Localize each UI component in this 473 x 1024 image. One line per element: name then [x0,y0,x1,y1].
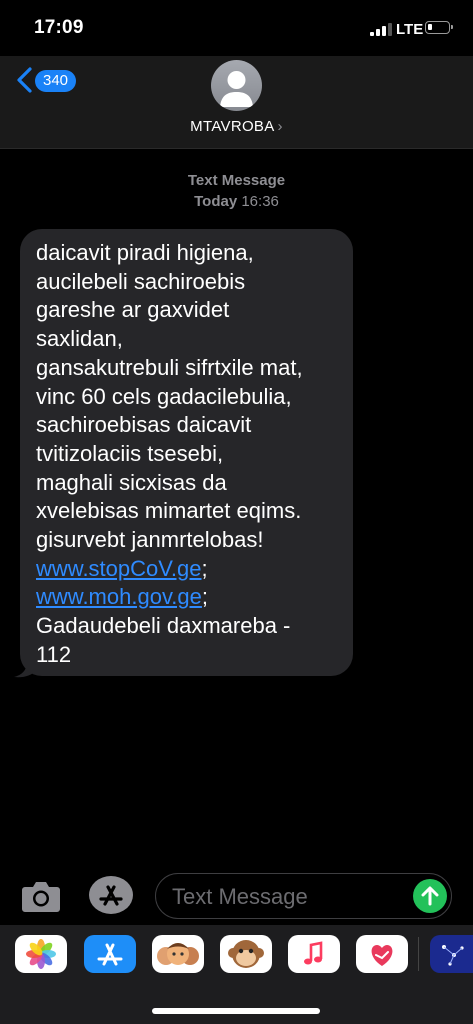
message-line: Gadaudebeli daxmareba - [36,613,291,639]
animoji-monkey-icon[interactable] [220,935,272,973]
message-line: xvelebisas mimartet eqims. [36,498,302,524]
digital-touch-icon[interactable] [356,935,408,973]
cellular-signal-icon [370,22,392,36]
message-input[interactable]: Text Message [155,873,452,919]
person-icon [220,71,253,107]
message-line: 112 [36,641,72,667]
music-app-icon[interactable] [288,935,340,973]
drawer-separator [418,937,419,971]
message-line: gansakutrebuli sifrtxile mat, [36,354,303,380]
photos-app-icon[interactable] [15,935,67,973]
message-line: tvitizolaciis tsesebi, [36,440,224,466]
link-stopcov[interactable]: www.stopCoV.ge [36,556,202,581]
send-button[interactable] [413,879,447,913]
status-time: 17:09 [34,17,84,38]
arrow-up-icon [421,886,439,906]
message-line: vinc 60 cels gadacilebulia, [36,383,292,409]
message-line-link2: www.moh.gov.ge; [36,583,341,612]
message-line: gareshe ar gaxvidet [36,297,230,323]
memoji-stickers-icon[interactable] [152,935,204,973]
message-line-link1: www.stopCoV.ge; [36,555,341,584]
message-body: daicavit piradi higiena, aucilebeli sachi… [36,239,341,555]
message-line: sachiroebisas daicavit [36,412,252,438]
received-message-bubble[interactable]: daicavit piradi higiena, aucilebeli sachi… [20,229,353,676]
message-timestamp: Today 16:36 [0,193,473,210]
network-type: LTE [396,21,424,38]
camera-icon[interactable] [21,878,61,914]
message-line: gisurvebt janmrtelobas! [36,527,264,553]
conversation-header: 340 MTAVROBA › [0,56,473,149]
message-line: saxlidan, [36,326,123,352]
app-drawer [0,925,473,1024]
message-line: maghali sicxisas da [36,469,227,495]
message-line: daicavit piradi higiena, [36,240,254,265]
contact-name: MTAVROBA [190,118,275,135]
timestamp-time: 16:36 [241,193,279,210]
link2-suffix: ; [201,584,209,610]
home-indicator [152,1008,320,1014]
contact-avatar[interactable] [211,60,262,111]
chevron-right-icon: › [277,118,283,135]
timestamp-day: Today [194,193,238,210]
app-store-icon[interactable] [88,875,134,915]
message-line: aucilebeli sachiroebis [36,268,246,294]
link1-suffix: ; [201,555,208,581]
app-store-app-icon[interactable] [84,935,136,973]
status-bar: 17:09 LTE [0,0,473,56]
back-unread-count-badge[interactable]: 340 [35,70,76,92]
message-input-placeholder: Text Message [172,884,308,909]
battery-icon [425,21,453,34]
stars-app-icon[interactable] [430,935,473,973]
link-moh[interactable]: www.moh.gov.ge [36,584,202,609]
contact-name-button[interactable]: MTAVROBA › [0,118,473,135]
message-type-label: Text Message [187,172,286,189]
